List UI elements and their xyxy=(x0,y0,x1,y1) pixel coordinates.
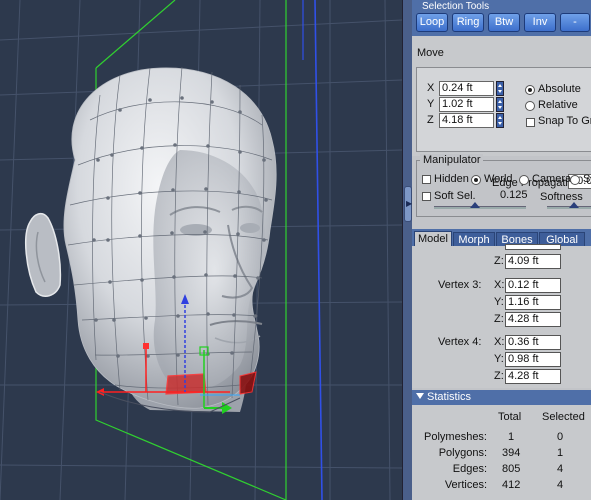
partial-vertex-field[interactable] xyxy=(505,244,561,250)
vertex3-z-label: Z: xyxy=(494,313,504,325)
app-window: ▶ Selection Tools Loop Ring Btw Inv - + … xyxy=(0,0,591,500)
collapse-triangle-icon xyxy=(416,393,424,399)
x-label: X xyxy=(427,82,435,94)
camera-label: Camera xyxy=(532,173,572,185)
vertex4-y-field[interactable]: 0.98 ft xyxy=(505,352,561,367)
stats-row-selected: 4 xyxy=(557,463,564,475)
vertex3-y-field[interactable]: 1.16 ft xyxy=(505,295,561,310)
properties-panel: Selection Tools Loop Ring Btw Inv - + Mo… xyxy=(412,0,591,500)
move-fields-box: X 0.24 ft Y 1.02 ft Z 4.18 ft Absolute R… xyxy=(416,67,591,152)
tab-morph[interactable]: Morph xyxy=(453,232,495,246)
move-section: Move X 0.24 ft Y 1.02 ft Z 4.18 ft Absol… xyxy=(412,36,591,189)
z-spinner[interactable] xyxy=(496,113,504,128)
blue-frame-line xyxy=(314,0,323,500)
vertex3-z-field[interactable]: 4.28 ft xyxy=(505,312,561,327)
partial-z-field[interactable]: 4.09 ft xyxy=(505,254,561,269)
loop-button[interactable]: Loop xyxy=(416,13,448,32)
soft-selection-checkbox[interactable] xyxy=(422,192,431,201)
head-mesh xyxy=(25,67,277,412)
snap-to-grid-checkbox[interactable] xyxy=(526,118,535,127)
x-spinner[interactable] xyxy=(496,81,504,96)
stats-row-selected: 0 xyxy=(557,431,564,443)
between-button[interactable]: Btw xyxy=(488,13,520,32)
selection-tools-title: Selection Tools xyxy=(422,1,490,12)
vertex4-z-label: Z: xyxy=(494,370,504,382)
y-spinner[interactable] xyxy=(496,97,504,112)
invert-button[interactable]: Inv xyxy=(524,13,556,32)
relative-label: Relative xyxy=(538,99,578,111)
z-field[interactable]: 4.18 ft xyxy=(439,113,494,128)
statistics-header[interactable]: Statistics xyxy=(412,390,591,405)
z-label: Z xyxy=(427,114,434,126)
y-label: Y xyxy=(427,98,435,110)
vertex3-y-label: Y: xyxy=(494,296,504,308)
hidden-label: Hidden xyxy=(434,173,469,185)
snap-to-grid-label: Snap To Grid xyxy=(538,115,591,127)
statistics-title: Statistics xyxy=(427,391,472,403)
vertex4-z-field[interactable]: 4.28 ft xyxy=(505,369,561,384)
y-field[interactable]: 1.02 ft xyxy=(439,97,494,112)
stats-row-total: 1 xyxy=(508,431,515,443)
shrink-selection-button[interactable]: - xyxy=(560,13,590,32)
soft-selection-slider-thumb[interactable] xyxy=(470,202,481,208)
camera-radio[interactable] xyxy=(519,175,529,185)
vertex3-x-field[interactable]: 0.12 ft xyxy=(505,278,561,293)
vertex4-x-label: X: xyxy=(494,336,505,348)
stats-row-label: Polymeshes: xyxy=(424,431,487,443)
stats-col-total: Total xyxy=(498,411,522,423)
vertex4-x-field[interactable]: 0.36 ft xyxy=(505,335,561,350)
stats-row-label: Edges: xyxy=(452,463,487,475)
ring-button[interactable]: Ring xyxy=(452,13,484,32)
absolute-radio[interactable] xyxy=(525,85,535,95)
viewport-scene xyxy=(0,0,402,500)
absolute-label: Absolute xyxy=(538,83,581,95)
panel-splitter[interactable]: ▶ xyxy=(402,0,412,500)
stats-row-label: Polygons: xyxy=(438,447,487,459)
world-radio[interactable] xyxy=(471,175,481,185)
move-title: Move xyxy=(417,47,444,59)
stats-row-selected: 4 xyxy=(557,479,564,491)
screen-radio[interactable] xyxy=(570,175,580,185)
stats-row-selected: 1 xyxy=(557,447,564,459)
screen-label: Screen xyxy=(583,173,591,185)
statistics-table: Total Selected Polymeshes: 1 0 Polygons:… xyxy=(412,405,591,500)
soft-selection-value: 0.125 xyxy=(500,189,528,201)
manipulator-title: Manipulator xyxy=(420,154,484,166)
relative-radio[interactable] xyxy=(525,101,535,111)
tab-model[interactable]: Model xyxy=(414,231,452,246)
collapse-arrow-icon[interactable]: ▶ xyxy=(404,186,412,222)
soft-selection-label: Soft Sel. xyxy=(434,190,476,202)
world-label: World xyxy=(484,173,513,185)
selection-tools-section: Selection Tools Loop Ring Btw Inv - + xyxy=(412,0,591,36)
vertex3-x-label: X: xyxy=(494,279,505,291)
tab-bar: Model Morph Bones Global xyxy=(412,229,591,246)
softness-slider-thumb[interactable] xyxy=(569,202,579,208)
vertex4-label: Vertex 4: xyxy=(438,336,482,348)
vertex-list: Z: 4.09 ft Vertex 3: X: 0.12 ft Y: 1.16 … xyxy=(412,244,591,388)
3d-viewport[interactable] xyxy=(0,0,402,500)
vertex4-y-label: Y: xyxy=(494,353,504,365)
stats-row-label: Vertices: xyxy=(444,479,487,491)
hidden-checkbox[interactable] xyxy=(422,175,431,184)
stats-row-total: 805 xyxy=(502,463,521,475)
vertex3-label: Vertex 3: xyxy=(438,279,482,291)
x-field[interactable]: 0.24 ft xyxy=(439,81,494,96)
stats-row-total: 412 xyxy=(502,479,521,491)
stats-row-total: 394 xyxy=(502,447,521,459)
stats-col-selected: Selected xyxy=(542,411,585,423)
partial-z-label: Z: xyxy=(494,255,504,267)
